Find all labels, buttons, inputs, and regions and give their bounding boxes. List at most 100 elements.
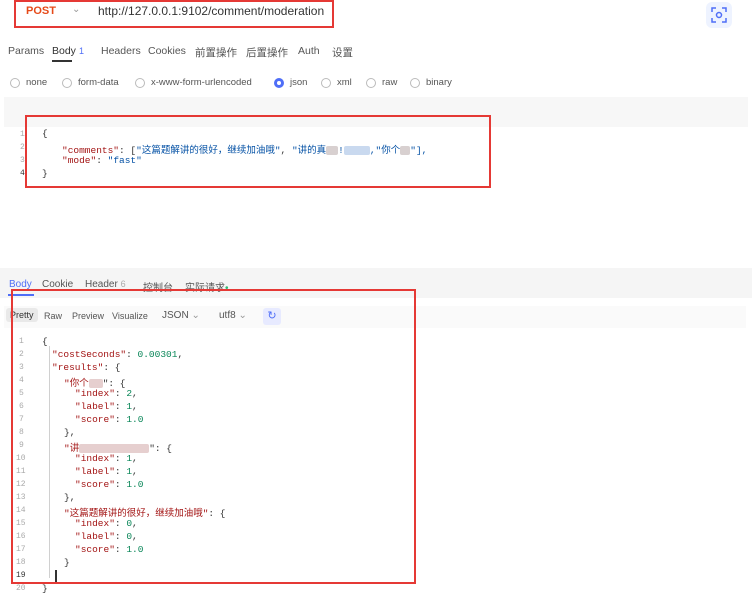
line-number: 12	[16, 480, 26, 489]
redacted-text	[326, 145, 339, 155]
code-line: "score": 1.0	[75, 544, 144, 555]
code-line[interactable]: "comments": ["这篇题解讲的很好，继续加油哦", "讲的真! ,"你个…	[62, 142, 427, 156]
code-line: "costSeconds": 0.00301,	[52, 349, 184, 360]
code-line: }	[42, 583, 48, 594]
radio-label: json	[290, 77, 308, 88]
line-number: 11	[16, 467, 26, 476]
json-key: "label"	[75, 531, 115, 542]
json-key: "label"	[75, 466, 115, 477]
code-line: "index": 2,	[75, 388, 138, 399]
code-line[interactable]: }	[42, 168, 48, 179]
line-number: 10	[16, 454, 26, 463]
line-number: 2	[19, 350, 24, 359]
code-line: }	[64, 557, 70, 568]
code-line: "label": 1,	[75, 466, 138, 477]
json-string: "],	[410, 145, 428, 156]
radio-form-data[interactable]: form-data	[62, 77, 119, 88]
radio-urlencoded[interactable]: x-www-form-urlencoded	[135, 77, 252, 88]
json-key: "label"	[75, 401, 115, 412]
code-line: "score": 1.0	[75, 414, 144, 425]
tab-body-badge: 1	[78, 46, 84, 56]
scan-icon[interactable]	[706, 2, 732, 28]
code-line: {	[42, 336, 48, 347]
radio-label: binary	[426, 77, 452, 88]
url-input[interactable]: http://127.0.0.1:9102/comment/moderation	[98, 4, 324, 18]
method-select[interactable]: POST	[26, 5, 56, 17]
line-number: 14	[16, 506, 26, 515]
radio-none[interactable]: none	[10, 77, 47, 88]
code-line: "这篇题解讲的很好，继续加油哦": {	[64, 505, 226, 519]
json-number: 0.00301	[137, 349, 178, 360]
tab-settings[interactable]: 设置	[332, 45, 353, 60]
json-punct: : {	[103, 362, 121, 373]
radio-label: none	[26, 77, 48, 88]
tab-cookies[interactable]: Cookies	[148, 45, 186, 57]
redacted-text	[343, 145, 370, 155]
line-number: 4	[19, 376, 24, 385]
json-number: 1.0	[126, 544, 144, 555]
code-line[interactable]: "mode": "fast"	[62, 155, 142, 166]
radio-xml[interactable]: xml	[321, 77, 352, 88]
code-line: },	[64, 492, 76, 503]
tab-headers[interactable]: Headers	[101, 45, 141, 57]
line-number: 20	[16, 584, 26, 593]
line-number: 7	[19, 415, 24, 424]
line-number: 5	[19, 389, 24, 398]
tab-post-ops[interactable]: 后置操作	[246, 45, 288, 60]
line-number: 16	[16, 532, 26, 541]
json-key: "score"	[75, 414, 115, 425]
json-punct: ": {	[149, 443, 173, 454]
tab-body-label: Body	[52, 45, 76, 57]
line-number: 1	[19, 337, 24, 346]
radio-raw[interactable]: raw	[366, 77, 397, 88]
json-string: !	[338, 145, 344, 156]
indent-guide	[49, 346, 50, 578]
json-key: "score"	[75, 479, 115, 490]
line-number: 1	[20, 130, 25, 139]
json-key: "index"	[75, 518, 115, 529]
tab-pre-ops[interactable]: 前置操作	[195, 45, 237, 60]
text-cursor	[55, 570, 57, 582]
json-punct: : {	[208, 508, 226, 519]
tab-body[interactable]: Body 1	[52, 45, 84, 57]
json-punct: :	[96, 155, 108, 166]
line-number: 15	[16, 519, 26, 528]
json-key: "score"	[75, 544, 115, 555]
line-number: 18	[16, 558, 26, 567]
code-line: },	[64, 427, 76, 438]
code-line[interactable]: {	[42, 128, 48, 139]
radio-json[interactable]: json	[274, 77, 307, 88]
json-string: "讲的真	[291, 145, 327, 156]
line-number: 13	[16, 493, 26, 502]
json-string: "fast"	[107, 155, 142, 166]
line-number: 3	[20, 156, 25, 165]
code-line: "index": 0,	[75, 518, 138, 529]
code-line: "label": 0,	[75, 531, 138, 542]
radio-binary[interactable]: binary	[410, 77, 452, 88]
line-number: 9	[19, 441, 24, 450]
code-line: "label": 1,	[75, 401, 138, 412]
json-punct: ,	[280, 145, 292, 156]
line-number: 8	[19, 428, 24, 437]
active-tab-indicator	[52, 60, 72, 62]
code-line: "results": {	[52, 362, 120, 373]
radio-label: xml	[337, 77, 352, 88]
json-key: "mode"	[62, 155, 97, 166]
json-key: "costSeconds"	[52, 349, 127, 360]
json-key: "results"	[52, 362, 104, 373]
json-number: 1.0	[126, 479, 144, 490]
line-number: 19	[16, 571, 26, 580]
tab-params[interactable]: Params	[8, 45, 44, 57]
line-number: 2	[20, 143, 25, 152]
radio-label: form-data	[78, 77, 119, 88]
line-number: 4	[20, 169, 25, 178]
json-key: "index"	[75, 388, 115, 399]
line-number: 17	[16, 545, 26, 554]
redacted-text	[79, 443, 150, 453]
tab-auth[interactable]: Auth	[298, 45, 320, 57]
code-line: "score": 1.0	[75, 479, 144, 490]
code-line: "讲 ": {	[64, 440, 172, 454]
radio-label: x-www-form-urlencoded	[151, 77, 252, 88]
chevron-down-icon[interactable]: ⌄	[72, 4, 80, 15]
line-number: 6	[19, 402, 24, 411]
